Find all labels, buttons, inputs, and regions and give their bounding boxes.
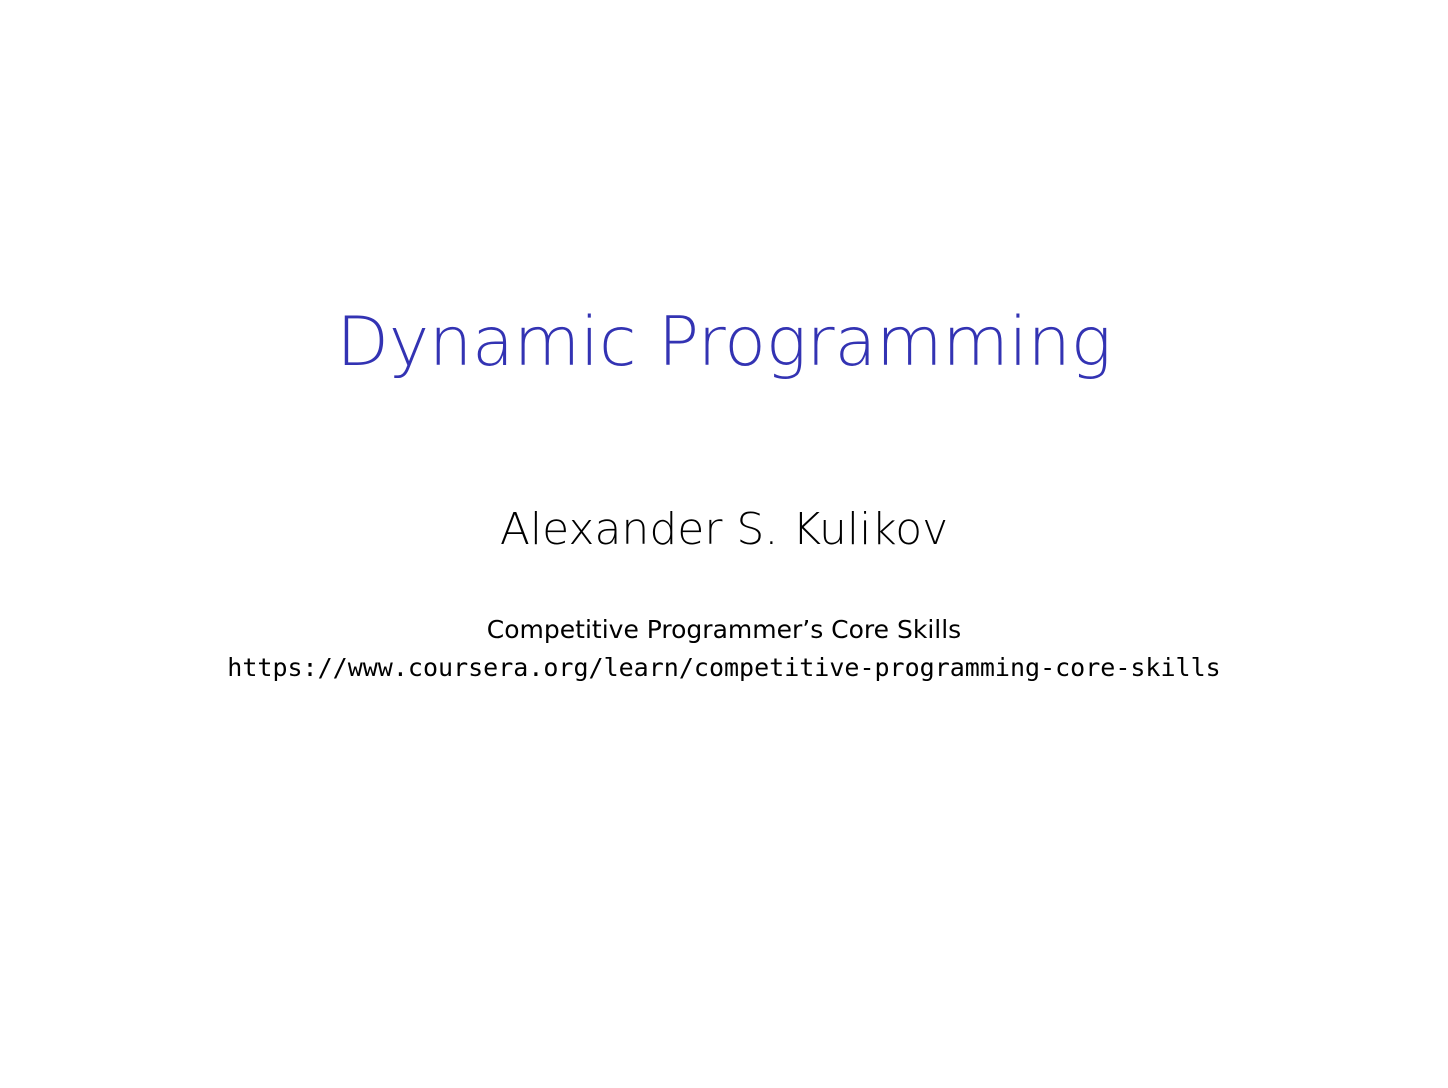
title-slide: Dynamic Programming Alexander S. Kulikov… (0, 0, 1448, 1088)
slide-title: Dynamic Programming (336, 303, 1112, 382)
course-name: Competitive Programmer’s Core Skills (486, 615, 962, 644)
author-name: Alexander S. Kulikov (499, 504, 949, 555)
course-url: https://www.coursera.org/learn/competiti… (227, 653, 1221, 682)
